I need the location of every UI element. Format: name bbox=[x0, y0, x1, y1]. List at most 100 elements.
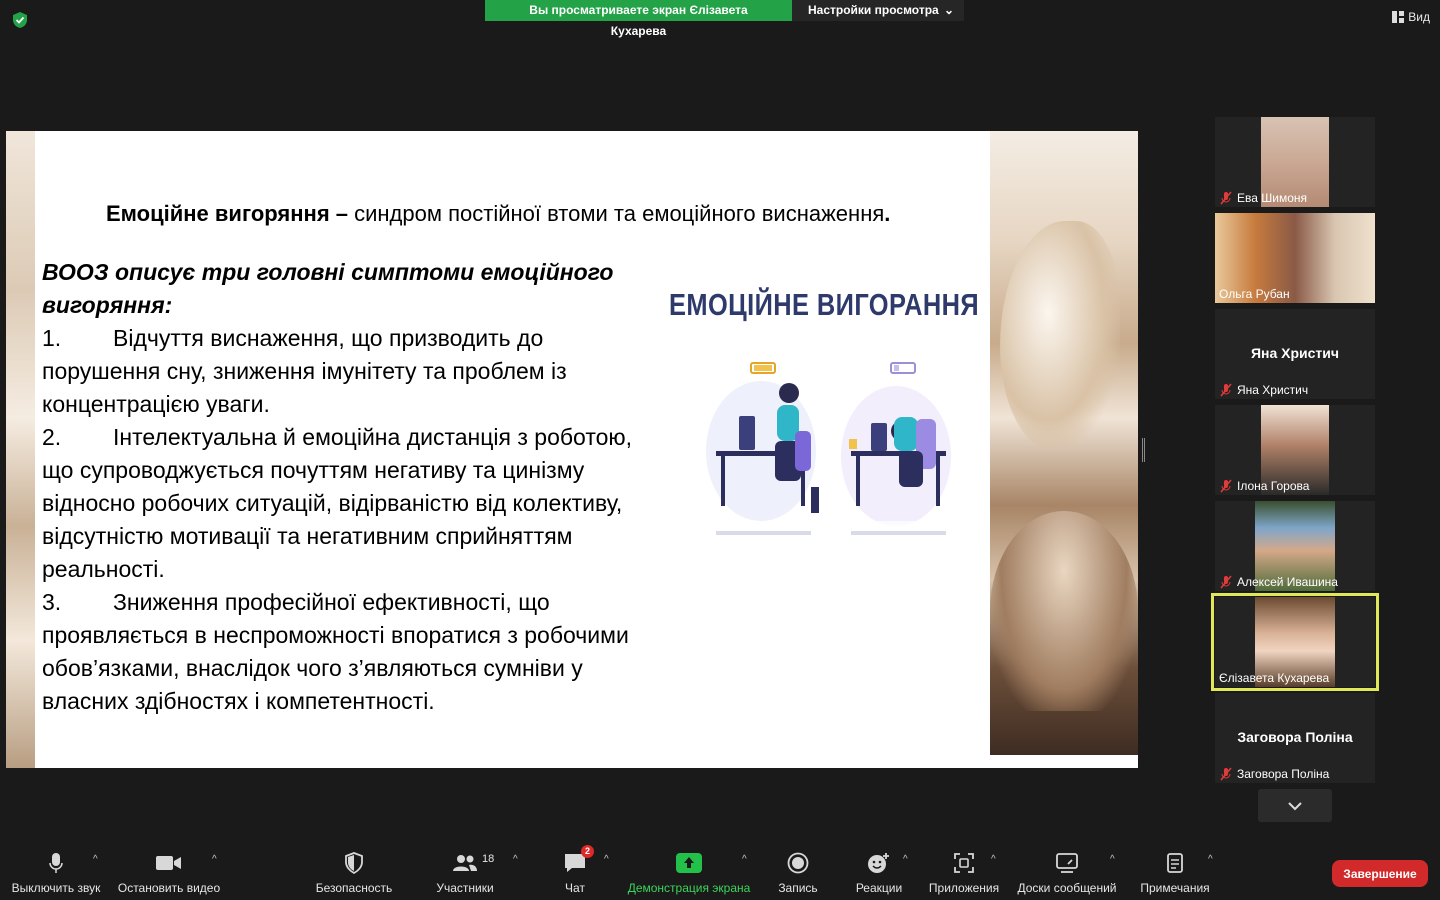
participant-name-label: Заговора Поліна bbox=[1219, 767, 1329, 781]
share-screen-button-label: Демонстрация экрана bbox=[627, 881, 751, 895]
participants-icon bbox=[453, 855, 477, 871]
whiteboards-options-caret-icon[interactable]: ^ bbox=[1110, 854, 1115, 865]
participant-tile[interactable]: Ева Шимоня bbox=[1215, 117, 1375, 207]
slide-title-period: . bbox=[884, 201, 891, 226]
participant-name-label: Єлізавета Кухарева bbox=[1219, 671, 1329, 685]
apps-options-caret-icon[interactable]: ^ bbox=[991, 854, 996, 865]
symptom-number: 3. bbox=[42, 589, 62, 615]
mic-muted-icon bbox=[1220, 767, 1232, 781]
mic-muted-icon bbox=[1220, 479, 1232, 493]
reactions-options-caret-icon[interactable]: ^ bbox=[903, 854, 908, 865]
slide-title: Емоційне вигоряння – синдром постійної в… bbox=[106, 201, 890, 227]
encryption-shield-icon[interactable] bbox=[10, 10, 30, 30]
participants-button[interactable]: 18 Участники bbox=[432, 850, 498, 896]
screen-share-banner: Вы просматриваете экран Єлізавета Кухаре… bbox=[485, 0, 964, 38]
record-icon bbox=[787, 852, 809, 874]
notes-button[interactable]: Примечания bbox=[1138, 850, 1212, 896]
poster-title: ЕМОЦІЙНЕ ВИГОРАННЯ bbox=[669, 287, 980, 322]
video-options-caret-icon[interactable]: ^ bbox=[212, 854, 217, 865]
smiley-plus-icon bbox=[868, 853, 889, 873]
symptom-item: 1. Відчуття виснаження, що призводить до … bbox=[42, 322, 662, 421]
security-button[interactable]: Безопасность bbox=[314, 850, 394, 896]
reactions-button-label: Реакции bbox=[855, 881, 903, 895]
participant-name-label: Ольга Рубан bbox=[1219, 287, 1290, 301]
apps-icon bbox=[954, 853, 974, 873]
slide-title-definition: синдром постійної втоми та емоційного ви… bbox=[348, 201, 885, 226]
audio-options-caret-icon[interactable]: ^ bbox=[93, 854, 98, 865]
shared-screen: Емоційне вигоряння – синдром постійної в… bbox=[6, 131, 1138, 768]
view-options-dropdown[interactable]: Настройки просмотра ⌄ bbox=[792, 0, 964, 21]
slide-title-term: Емоційне вигоряння – bbox=[106, 201, 348, 226]
participant-tile[interactable]: Ілона Горова bbox=[1215, 405, 1375, 495]
notes-options-caret-icon[interactable]: ^ bbox=[1208, 854, 1213, 865]
view-options-label: Настройки просмотра bbox=[808, 3, 939, 17]
reactions-button[interactable]: Реакции bbox=[854, 850, 904, 896]
participant-display-name: Заговора Поліна bbox=[1237, 729, 1353, 745]
symptom-number: 2. bbox=[42, 424, 62, 450]
participant-tile-active-speaker[interactable]: Єлізавета Кухарева bbox=[1211, 593, 1379, 691]
stop-video-button[interactable]: Остановить видео bbox=[117, 850, 221, 896]
participant-tile[interactable]: Алексей Ивашина bbox=[1215, 501, 1375, 591]
whiteboards-button-label: Доски сообщений bbox=[1017, 881, 1117, 895]
security-shield-icon bbox=[345, 852, 363, 874]
mic-muted-icon bbox=[1220, 191, 1232, 205]
chat-unread-badge: 2 bbox=[580, 845, 594, 858]
slide-right-decoration bbox=[990, 131, 1138, 755]
participant-name: Ольга Рубан bbox=[1219, 287, 1290, 301]
mic-muted-icon bbox=[1220, 383, 1232, 397]
end-meeting-button[interactable]: Завершение bbox=[1332, 860, 1428, 887]
participant-name: Єлізавета Кухарева bbox=[1219, 671, 1330, 685]
participant-name-label: Ева Шимоня bbox=[1219, 191, 1307, 205]
security-button-label: Безопасность bbox=[315, 881, 393, 895]
more-participants-button[interactable] bbox=[1258, 789, 1332, 822]
grid-view-icon bbox=[1392, 11, 1405, 23]
slide-body: ВООЗ описує три головні симптоми емоційн… bbox=[42, 256, 662, 718]
participant-display-name: Яна Христич bbox=[1250, 345, 1340, 361]
chat-button[interactable]: 2 Чат bbox=[556, 845, 594, 896]
whiteboards-button[interactable]: Доски сообщений bbox=[1014, 850, 1120, 896]
stop-video-button-label: Остановить видео bbox=[117, 881, 221, 895]
zoom-meeting-window: Вы просматриваете экран Єлізавета Кухаре… bbox=[0, 0, 1440, 900]
participant-name-label: Яна Христич bbox=[1219, 383, 1308, 397]
notes-icon bbox=[1167, 853, 1183, 873]
burnout-illustration bbox=[691, 362, 971, 591]
video-camera-icon bbox=[156, 856, 181, 870]
microphone-icon bbox=[49, 853, 63, 873]
participants-count: 18 bbox=[482, 853, 495, 865]
participant-tile[interactable]: Яна Христич Яна Христич bbox=[1215, 309, 1375, 399]
meeting-toolbar: Выключить звук ^ Остановить видео ^ Безо… bbox=[0, 840, 1440, 900]
mute-button-label: Выключить звук bbox=[11, 881, 101, 895]
whiteboard-icon bbox=[1056, 853, 1078, 873]
slide-intro: ВООЗ описує три головні симптоми емоційн… bbox=[42, 259, 614, 318]
share-options-caret-icon[interactable]: ^ bbox=[742, 854, 747, 865]
participant-name: Ілона Горова bbox=[1237, 479, 1310, 493]
chevron-down-icon bbox=[1288, 801, 1302, 810]
participant-name: Заговора Поліна bbox=[1237, 767, 1330, 781]
notes-button-label: Примечания bbox=[1140, 881, 1210, 895]
participant-tile[interactable]: Ольга Рубан bbox=[1215, 213, 1375, 303]
share-status-label: Вы просматриваете экран Єлізавета Кухаре… bbox=[485, 0, 792, 38]
mute-button[interactable]: Выключить звук bbox=[9, 850, 103, 896]
participants-options-caret-icon[interactable]: ^ bbox=[513, 854, 518, 865]
symptom-item: 2. Інтелектуальна й емоційна дистанція з … bbox=[42, 421, 662, 586]
participants-button-label: Участники bbox=[436, 881, 494, 895]
symptom-text: Відчуття виснаження, що призводить до по… bbox=[42, 325, 567, 417]
chat-options-caret-icon[interactable]: ^ bbox=[604, 854, 609, 865]
view-button[interactable]: Вид bbox=[1392, 10, 1430, 24]
symptom-text: Зниження професійної ефективності, що пр… bbox=[42, 589, 629, 714]
record-button-label: Запись bbox=[778, 881, 818, 895]
record-button[interactable]: Запись bbox=[776, 850, 820, 896]
chat-button-label: Чат bbox=[565, 881, 585, 895]
share-screen-icon bbox=[676, 853, 702, 873]
split-view-resize-handle[interactable] bbox=[1142, 438, 1145, 462]
symptom-item: 3. Зниження професійної ефективності, що … bbox=[42, 586, 662, 718]
share-screen-button[interactable]: Демонстрация экрана bbox=[626, 850, 752, 896]
participant-name-label: Ілона Горова bbox=[1219, 479, 1309, 493]
participant-name: Ева Шимоня bbox=[1237, 191, 1308, 205]
chevron-down-icon: ⌄ bbox=[943, 3, 954, 17]
participant-name: Алексей Ивашина bbox=[1237, 575, 1338, 589]
symptom-number: 1. bbox=[42, 325, 62, 351]
apps-button-label: Приложения bbox=[928, 881, 1000, 895]
view-button-label: Вид bbox=[1408, 10, 1430, 24]
participant-tile[interactable]: Заговора Поліна Заговора Поліна bbox=[1215, 693, 1375, 783]
